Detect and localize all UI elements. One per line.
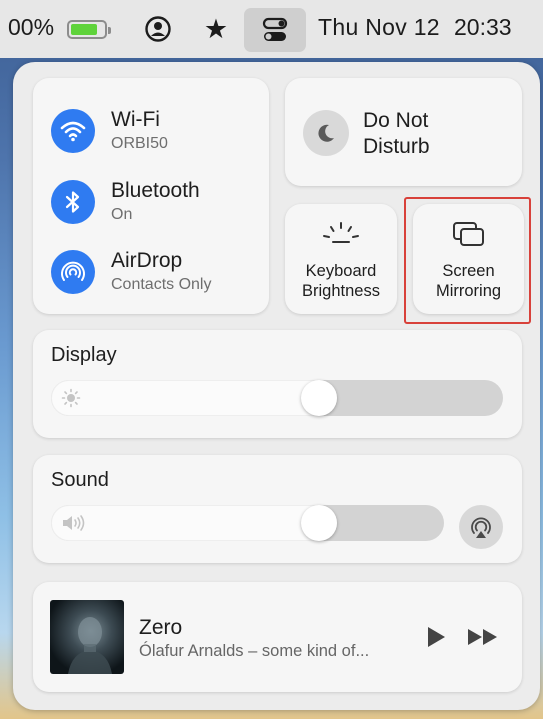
airdrop-icon[interactable] <box>51 250 95 294</box>
airdrop-label: AirDrop <box>111 249 183 272</box>
screen-mirroring-line1: Screen <box>442 262 495 280</box>
dnd-label-line2: Disturb <box>363 135 430 158</box>
track-artist: Ólafur Arnalds – some kind of... <box>139 642 370 660</box>
screen-mirroring-label: Screen Mirroring <box>413 261 524 301</box>
bluetooth-status: On <box>111 206 133 223</box>
display-brightness-slider[interactable] <box>51 380 503 416</box>
do-not-disturb-label: Do Not Disturb <box>363 108 503 160</box>
keyboard-brightness-label: Keyboard Brightness <box>285 261 397 301</box>
display-title: Display <box>51 344 117 366</box>
wifi-network-name: ORBI50 <box>111 135 168 152</box>
wifi-row[interactable]: Wi-Fi ORBI50 <box>51 108 168 154</box>
menubar-date[interactable]: Thu Nov 12 <box>318 14 440 41</box>
airdrop-row[interactable]: AirDrop Contacts Only <box>51 249 211 295</box>
screen-mirroring-tile[interactable]: Screen Mirroring <box>413 204 524 314</box>
bluetooth-icon[interactable] <box>51 180 95 224</box>
wifi-icon[interactable] <box>51 109 95 153</box>
screen-mirroring-line2: Mirroring <box>435 282 502 300</box>
menubar-time[interactable]: 20:33 <box>454 14 512 41</box>
album-artwork[interactable] <box>50 600 124 674</box>
control-center-panel: Wi-Fi ORBI50 Bluetooth On AirDrop Contac… <box>13 62 540 710</box>
keyboard-brightness-line1: Keyboard <box>305 262 377 280</box>
track-title: Zero <box>139 616 183 639</box>
menu-bar: 00% ★ Thu Nov 12 20:33 <box>0 0 543 58</box>
airdrop-status: Contacts Only <box>111 276 212 293</box>
network-module: Wi-Fi ORBI50 Bluetooth On AirDrop Contac… <box>33 78 269 314</box>
bluetooth-row[interactable]: Bluetooth On <box>51 179 200 225</box>
volume-slider-knob[interactable] <box>300 505 337 541</box>
now-playing-module: Zero Ólafur Arnalds – some kind of... <box>33 582 522 692</box>
play-icon[interactable] <box>426 626 446 648</box>
keyboard-brightness-icon <box>285 220 397 246</box>
wifi-label: Wi-Fi <box>111 108 160 131</box>
user-icon[interactable] <box>140 11 176 47</box>
screen-mirroring-icon <box>413 220 524 250</box>
bluetooth-label: Bluetooth <box>111 179 200 202</box>
star-icon[interactable]: ★ <box>198 11 234 47</box>
display-slider-knob[interactable] <box>300 380 337 416</box>
speaker-icon <box>61 513 87 538</box>
sun-icon <box>61 388 81 413</box>
do-not-disturb-tile[interactable]: Do Not Disturb <box>285 78 522 186</box>
moon-icon[interactable] <box>303 110 349 156</box>
battery-percentage: 00% <box>8 14 55 40</box>
volume-slider[interactable] <box>51 505 444 541</box>
control-center-icon[interactable] <box>244 8 306 52</box>
display-module: Display <box>33 330 522 438</box>
keyboard-brightness-line2: Brightness <box>302 282 380 300</box>
airplay-audio-icon[interactable] <box>459 505 503 549</box>
sound-module: Sound <box>33 455 522 563</box>
keyboard-brightness-tile[interactable]: Keyboard Brightness <box>285 204 397 314</box>
fast-forward-icon[interactable] <box>467 626 499 648</box>
sound-title: Sound <box>51 469 109 491</box>
battery-icon[interactable] <box>67 20 111 39</box>
dnd-label-line1: Do Not <box>363 109 429 132</box>
